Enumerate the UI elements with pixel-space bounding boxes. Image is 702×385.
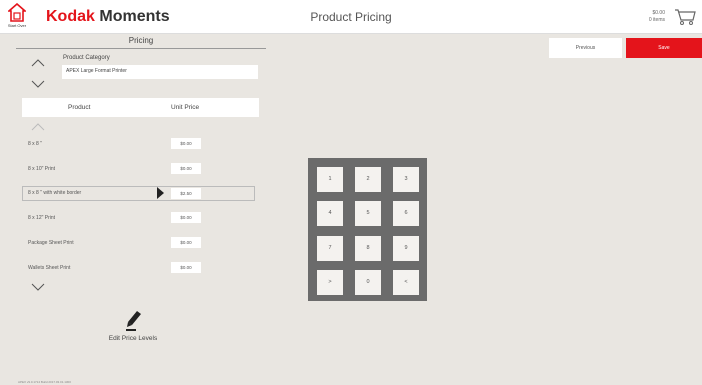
price-input[interactable]: $0.00 — [171, 163, 201, 174]
category-down-chevron-icon[interactable] — [31, 80, 45, 88]
keypad-key-0[interactable]: 0 — [355, 270, 381, 295]
cart-summary[interactable]: $0.00 0 items — [649, 10, 665, 24]
cart-total: $0.00 — [652, 10, 665, 16]
table-row-label[interactable]: 8 x 12" Print — [28, 215, 55, 221]
save-button[interactable]: Save — [626, 38, 702, 58]
table-row-label[interactable]: 8 x 8 " with white border — [28, 190, 81, 196]
keypad-key-8[interactable]: 8 — [355, 236, 381, 261]
keypad-key-forward[interactable]: > — [317, 270, 343, 295]
price-input[interactable]: $0.00 — [171, 212, 201, 223]
version-footer: APEX v9.0.1714 Build 2017.03.01.1300 — [18, 380, 71, 384]
edit-price-levels-button[interactable]: Edit Price Levels — [88, 335, 178, 342]
top-bar: Start Over Kodak Moments Product Pricing… — [0, 0, 702, 34]
numeric-keypad: 1 2 3 4 5 6 7 8 9 > 0 < — [308, 158, 427, 301]
page-title: Product Pricing — [310, 10, 392, 24]
price-table-header: Product Unit Price — [22, 98, 259, 117]
column-product: Product — [68, 104, 91, 111]
previous-button[interactable]: Previous — [549, 38, 622, 58]
cart-icon[interactable] — [674, 8, 696, 26]
product-category-field[interactable]: APEX Large Format Printer — [62, 65, 258, 79]
category-up-chevron-icon[interactable] — [31, 59, 45, 67]
column-unit-price: Unit Price — [171, 104, 200, 111]
keypad-key-2[interactable]: 2 — [355, 167, 381, 192]
price-input[interactable]: $2.50 — [171, 188, 201, 199]
cart-items: 0 items — [648, 17, 665, 23]
table-row-label[interactable]: Wallets Sheet Print — [28, 265, 70, 271]
table-row-label[interactable]: 8 x 10" Print — [28, 166, 55, 172]
price-input[interactable]: $0.00 — [171, 262, 201, 273]
keypad-key-1[interactable]: 1 — [317, 167, 343, 192]
keypad-key-4[interactable]: 4 — [317, 201, 343, 226]
keypad-key-9[interactable]: 9 — [393, 236, 419, 261]
pricing-section-title: Pricing — [128, 36, 154, 45]
list-down-chevron-icon[interactable] — [31, 283, 45, 291]
keypad-key-3[interactable]: 3 — [393, 167, 419, 192]
pricing-divider — [16, 48, 266, 49]
table-row-label[interactable]: 8 x 8 " — [28, 141, 42, 147]
selected-row-arrow-icon — [157, 187, 164, 199]
price-input[interactable]: $0.00 — [171, 237, 201, 248]
keypad-key-6[interactable]: 6 — [393, 201, 419, 226]
price-input[interactable]: $0.00 — [171, 138, 201, 149]
keypad-key-backspace[interactable]: < — [393, 270, 419, 295]
keypad-key-5[interactable]: 5 — [355, 201, 381, 226]
product-category-label: Product Category — [63, 55, 110, 61]
keypad-key-7[interactable]: 7 — [317, 236, 343, 261]
table-row-label[interactable]: Package Sheet Print — [28, 240, 74, 246]
edit-price-levels-icon[interactable] — [125, 310, 143, 332]
list-up-chevron-icon[interactable] — [31, 123, 45, 131]
